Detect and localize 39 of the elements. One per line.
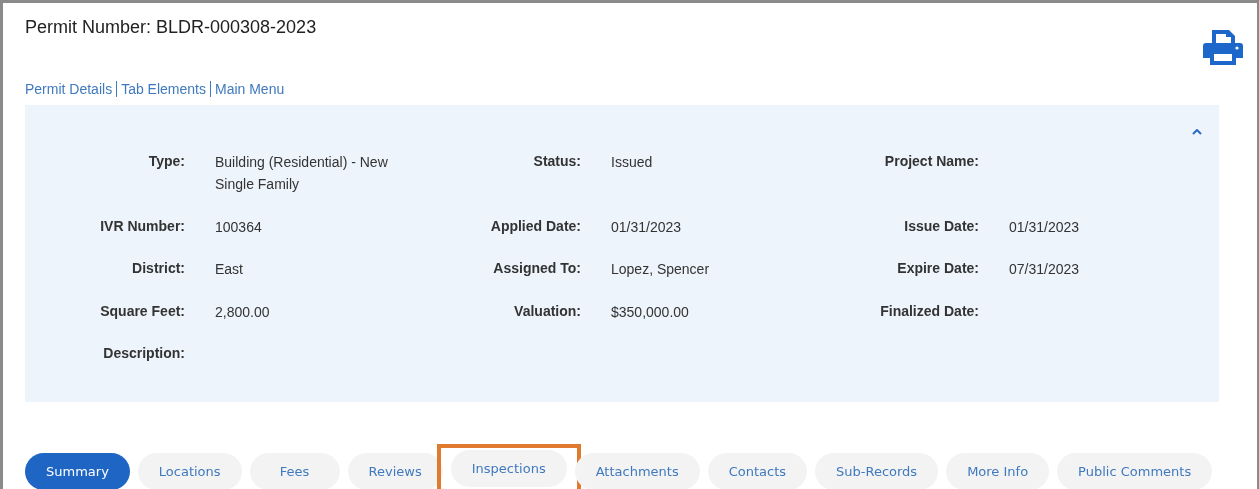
field-value: East	[215, 261, 243, 278]
field-value: Lopez, Spencer	[611, 261, 710, 278]
tab[interactable]: Reviews	[347, 453, 443, 489]
field-label: Project Name:	[884, 153, 979, 169]
permit-title: Permit Number: BLDR-000308-2023	[25, 17, 317, 38]
field-label: Type:	[148, 153, 185, 169]
field-value: Issued	[611, 154, 653, 170]
field-label: Description:	[103, 344, 185, 361]
field-value: Building (Residential) - New Single Family	[215, 154, 388, 193]
tab[interactable]: Inspections	[450, 450, 567, 487]
field-label: Applied Date:	[490, 217, 581, 234]
breadcrumb-link[interactable]: Main Menu	[214, 81, 285, 97]
breadcrumb-link[interactable]: Permit Details	[25, 81, 113, 97]
field-label: Issue Date:	[904, 217, 979, 234]
collapse-chevron-icon[interactable]	[1192, 129, 1202, 135]
breadcrumb-link[interactable]: Tab Elements	[121, 81, 206, 97]
field-label: Expire Date:	[897, 260, 979, 277]
tab[interactable]: Attachments	[574, 453, 700, 489]
field-label: Valuation:	[514, 302, 581, 319]
tab[interactable]: Public Comments	[1057, 453, 1213, 489]
field-value: 01/31/2023	[1009, 218, 1080, 235]
field-value: $350,000.00	[611, 303, 689, 320]
field-value: 07/31/2023	[1009, 261, 1080, 278]
tab[interactable]: Summary	[25, 453, 130, 489]
field-label: Finalized Date:	[880, 302, 979, 319]
print-icon[interactable]	[1203, 27, 1243, 67]
field-label: Square Feet:	[100, 302, 185, 319]
tab[interactable]: More Info	[946, 453, 1050, 489]
tab[interactable]: Locations	[137, 453, 242, 489]
field-value: 01/31/2023	[611, 218, 682, 235]
tab[interactable]: Fees	[249, 453, 340, 489]
tab[interactable]: Contacts	[707, 453, 807, 489]
field-value: 100364	[215, 218, 262, 235]
field-label: Assigned To:	[493, 260, 581, 277]
tab[interactable]: Sub-Records	[815, 453, 939, 489]
field-value: 2,800.00	[215, 303, 270, 320]
field-label: District:	[132, 260, 185, 277]
field-label: Status:	[533, 153, 581, 169]
field-label: IVR Number:	[100, 217, 185, 234]
